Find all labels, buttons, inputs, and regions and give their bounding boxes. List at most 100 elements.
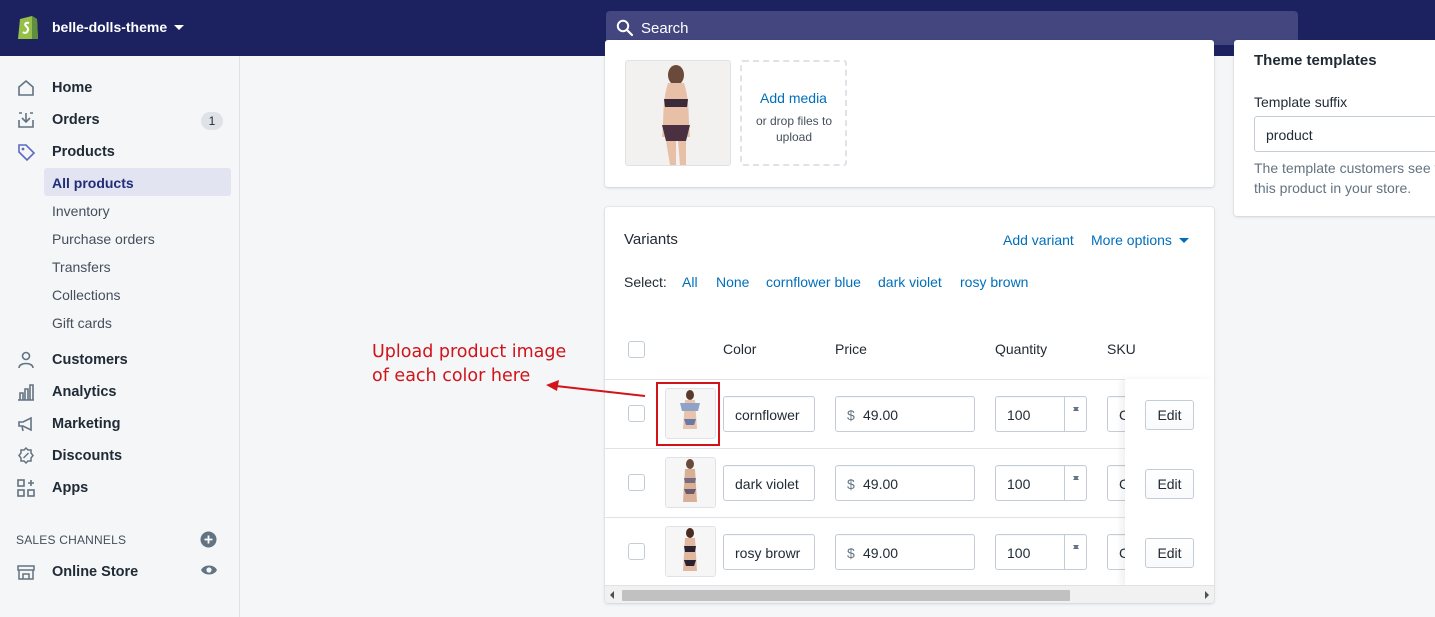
price-field[interactable]: $ 49.00 (835, 534, 975, 570)
quantity-stepper[interactable]: 100 (995, 396, 1087, 432)
stepper-buttons[interactable] (1064, 535, 1086, 569)
chevron-down-icon[interactable] (174, 25, 184, 30)
decrement-icon[interactable] (1073, 545, 1079, 549)
quantity-stepper[interactable]: 100 (995, 534, 1087, 570)
search-icon (616, 19, 634, 37)
template-suffix-value: product (1266, 127, 1313, 143)
select-all-link[interactable]: All (682, 274, 698, 290)
orders-count-badge: 1 (201, 112, 223, 130)
template-suffix-select[interactable]: product (1254, 116, 1435, 152)
quantity-value: 100 (1007, 407, 1031, 423)
scroll-right-icon[interactable] (1205, 591, 1209, 599)
sidebar-item-all-products[interactable]: All products (44, 168, 231, 196)
megaphone-icon (18, 416, 32, 432)
select-cornflower-blue-link[interactable]: cornflower blue (766, 274, 861, 290)
caret-down-icon[interactable] (1179, 238, 1189, 243)
quantity-stepper[interactable]: 100 (995, 465, 1087, 501)
edit-button[interactable]: Edit (1145, 469, 1194, 499)
store-icon (17, 565, 35, 580)
sales-channels-heading: SALES CHANNELS (16, 533, 127, 547)
sidebar-item-orders[interactable]: Orders 1 (0, 104, 239, 136)
edit-button[interactable]: Edit (1145, 400, 1194, 430)
sidebar-item-marketing[interactable]: Marketing (0, 408, 239, 440)
sidebar-item-label: Home (52, 80, 93, 96)
column-header-quantity: Quantity (995, 341, 1048, 357)
sidebar-item-products[interactable]: Products (0, 136, 239, 168)
apps-icon (17, 479, 35, 497)
sidebar-item-discounts[interactable]: Discounts (0, 440, 239, 472)
eye-icon[interactable] (200, 563, 218, 577)
price-field[interactable]: $ 49.00 (835, 465, 975, 501)
annotation-line: of each color here (372, 366, 531, 386)
product-photo-icon (626, 61, 730, 165)
variant-image[interactable] (665, 457, 716, 508)
color-field[interactable]: rosy browr (723, 534, 815, 570)
currency-symbol: $ (847, 407, 855, 423)
edit-column: Edit Edit Edit (1125, 379, 1214, 586)
select-none-link[interactable]: None (716, 274, 749, 290)
sidebar-item-purchase-orders[interactable]: Purchase orders (44, 224, 231, 252)
currency-symbol: $ (847, 476, 855, 492)
search-placeholder: Search (641, 20, 689, 37)
theme-templates-card: Theme templates Template suffix product … (1234, 40, 1435, 216)
sidebar-item-label: Apps (52, 480, 89, 496)
row-checkbox[interactable] (628, 405, 645, 422)
price-value: 49.00 (863, 407, 899, 423)
currency-symbol: $ (847, 545, 855, 561)
select-rosy-brown-link[interactable]: rosy brown (960, 274, 1028, 290)
color-field[interactable]: cornflower (723, 396, 815, 432)
sidebar-item-inventory[interactable]: Inventory (44, 196, 231, 224)
bar-chart-icon (18, 384, 34, 401)
add-media-link[interactable]: Add media (742, 90, 845, 106)
sidebar-subitem-label: Purchase orders (52, 231, 155, 247)
edit-button[interactable]: Edit (1145, 538, 1194, 568)
sidebar: Home Orders 1 Products All products Inve… (0, 56, 240, 617)
column-header-price: Price (835, 341, 867, 357)
scroll-left-icon[interactable] (610, 591, 614, 599)
column-header-sku: SKU (1107, 341, 1136, 357)
product-image-thumbnail[interactable] (625, 60, 731, 166)
tag-icon (18, 144, 36, 162)
variant-photo-icon (666, 527, 715, 576)
annotation-highlight-box (656, 382, 720, 446)
orders-icon (18, 112, 34, 128)
help-line: this product in your store. (1254, 180, 1412, 196)
decrement-icon[interactable] (1073, 476, 1079, 480)
sidebar-subitem-label: All products (52, 175, 134, 191)
stepper-buttons[interactable] (1064, 466, 1086, 500)
more-options-dropdown[interactable]: More options (1091, 232, 1172, 248)
shopify-logo-icon[interactable] (16, 13, 40, 41)
row-checkbox[interactable] (628, 474, 645, 491)
variant-image[interactable] (665, 526, 716, 577)
select-label: Select: (624, 274, 667, 290)
scrollbar-thumb[interactable] (622, 590, 1070, 601)
sidebar-item-customers[interactable]: Customers (0, 344, 239, 376)
price-value: 49.00 (863, 545, 899, 561)
sidebar-item-home[interactable]: Home (0, 72, 239, 104)
variant-photo-icon (666, 458, 715, 507)
horizontal-scrollbar[interactable] (605, 585, 1214, 603)
annotation-text: Upload product image of each color here (372, 340, 566, 388)
template-help-text: The template customers see v this produc… (1254, 158, 1435, 198)
theme-templates-title: Theme templates (1254, 52, 1377, 69)
add-variant-link[interactable]: Add variant (1003, 232, 1074, 248)
stepper-buttons[interactable] (1064, 397, 1086, 431)
sidebar-item-collections[interactable]: Collections (44, 280, 231, 308)
sidebar-item-apps[interactable]: Apps (0, 472, 239, 504)
row-checkbox[interactable] (628, 543, 645, 560)
sidebar-item-analytics[interactable]: Analytics (0, 376, 239, 408)
select-dark-violet-link[interactable]: dark violet (878, 274, 942, 290)
sidebar-item-gift-cards[interactable]: Gift cards (44, 308, 231, 336)
color-field[interactable]: dark violet (723, 465, 815, 501)
add-media-dropzone[interactable]: Add media or drop files to upload (740, 60, 847, 166)
price-field[interactable]: $ 49.00 (835, 396, 975, 432)
sidebar-item-transfers[interactable]: Transfers (44, 252, 231, 280)
color-value: dark violet (735, 476, 799, 492)
sidebar-subitem-label: Collections (52, 287, 121, 303)
store-name[interactable]: belle-dolls-theme (52, 19, 167, 35)
decrement-icon[interactable] (1073, 407, 1079, 411)
add-channel-plus-icon[interactable] (200, 531, 217, 548)
color-value: rosy browr (735, 545, 801, 561)
select-all-checkbox[interactable] (628, 341, 645, 358)
divider (605, 448, 1214, 449)
